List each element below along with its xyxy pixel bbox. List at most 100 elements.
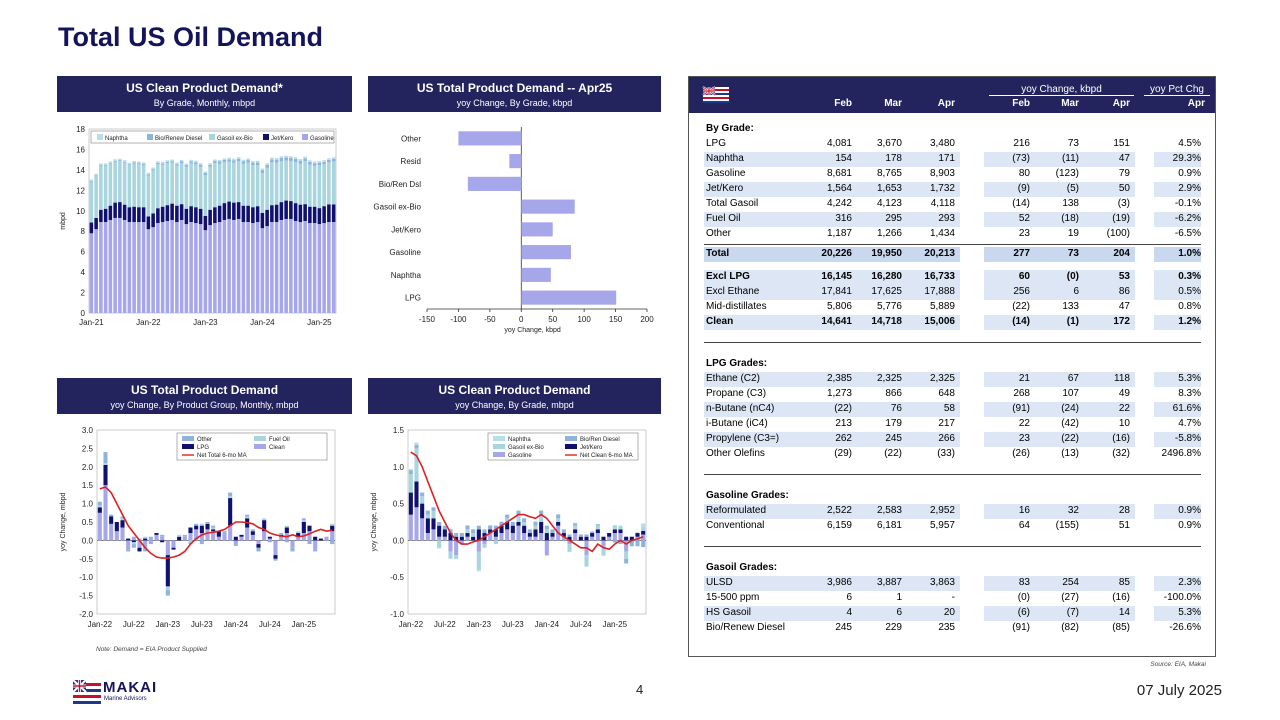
- table-cell: 2,325: [876, 373, 902, 384]
- category-label: Naphtha: [391, 271, 422, 280]
- table-row: Ethane (C2) 2,385 2,325 2,325 21 67 118 5.3%: [704, 372, 1201, 387]
- y-tick-label: 0: [81, 309, 86, 318]
- bar-segment: [595, 525, 600, 530]
- table-cell: 8,903: [929, 168, 955, 179]
- bar-segment: [527, 536, 532, 541]
- bar-segment: [109, 514, 114, 517]
- bar-segment: [184, 166, 189, 209]
- table-cell: 5.3%: [1178, 373, 1201, 384]
- bar-segment: [303, 161, 307, 205]
- table-cell: (42): [1061, 418, 1079, 429]
- bar-segment: [148, 536, 153, 541]
- bar-segment: [184, 165, 189, 167]
- bar-segment: [165, 160, 170, 162]
- bar-segment: [293, 203, 298, 221]
- bar-segment: [118, 160, 122, 162]
- bar-segment: [437, 525, 442, 537]
- legend-swatch: [263, 134, 269, 140]
- bar-segment: [408, 474, 413, 493]
- bar-segment: [442, 529, 447, 537]
- category-label: Jet/Kero: [391, 225, 421, 234]
- bar-segment: [533, 521, 538, 522]
- bar-segment: [217, 159, 222, 162]
- table-header: yoy Change, kbpd yoy Pct Chg Feb Mar Apr…: [689, 77, 1215, 113]
- bar-segment: [331, 158, 336, 162]
- bar-segment: [103, 208, 108, 223]
- bar-segment: [573, 523, 578, 526]
- bar-segment: [505, 529, 510, 541]
- table-cell: 1,653: [876, 183, 902, 194]
- table-cell: 4,242: [826, 198, 852, 209]
- table-cell: 16: [1018, 505, 1030, 516]
- bar-segment: [317, 161, 322, 163]
- bar: [521, 199, 575, 214]
- table-row: HS Gasoil 4 6 20 (6) (7) 14 5.3%: [704, 606, 1201, 621]
- table-cell: 5,776: [876, 301, 902, 312]
- bar-segment: [431, 529, 436, 541]
- table-cell: 4,118: [930, 198, 955, 209]
- table-cell: (29): [834, 448, 852, 459]
- table-cell: 3,887: [876, 577, 902, 588]
- table-cell: 60: [1018, 271, 1030, 282]
- table-cell: 19,950: [871, 248, 902, 259]
- bar-segment: [199, 540, 204, 545]
- table-cell: 2.9%: [1178, 183, 1201, 194]
- bar-segment: [118, 161, 122, 203]
- table-cell: 245: [885, 433, 902, 444]
- bar-segment: [227, 218, 231, 313]
- table-row: Reformulated 2,522 2,583 2,952 16 32 28 0.9%: [704, 504, 1201, 519]
- bar-segment: [236, 158, 241, 162]
- page-number: 4: [636, 682, 644, 697]
- bar-segment: [232, 219, 236, 313]
- table-cell: 4,081: [826, 138, 852, 149]
- bar-segment: [189, 159, 193, 162]
- bar-segment: [94, 217, 98, 230]
- table-cell: 8,765: [876, 168, 902, 179]
- bar-segment: [208, 225, 212, 313]
- bar-segment: [165, 163, 170, 206]
- table-cell: 5,889: [929, 301, 955, 312]
- row-shading: [984, 372, 1135, 387]
- row-label: Propane (C3): [706, 388, 767, 399]
- x-tick-label: -50: [484, 315, 496, 324]
- panel-4-title: US Clean Product Demand: [438, 383, 591, 397]
- bar-segment: [595, 533, 600, 541]
- bar-segment: [601, 536, 606, 541]
- section-title: Gasoline Grades:: [706, 490, 789, 501]
- x-tick-label: Jan-22: [88, 620, 113, 629]
- legend-label: Other: [197, 437, 212, 443]
- section-divider: [704, 342, 1201, 343]
- bar-segment: [590, 531, 595, 534]
- bar-segment: [331, 222, 336, 313]
- col-pct-apr: Apr: [1187, 98, 1205, 109]
- makai-flag-logo-icon: [72, 679, 101, 704]
- bar-segment: [184, 224, 189, 313]
- x-tick-label: Jan-25: [292, 620, 317, 629]
- legend-label: Bio/Ren Diesel: [580, 437, 620, 443]
- bar-segment: [293, 162, 298, 204]
- bar-segment: [273, 555, 278, 559]
- col-mar: Mar: [884, 98, 902, 109]
- table-cell: 49: [1118, 388, 1130, 399]
- bar-segment: [160, 534, 165, 537]
- bar-segment: [122, 160, 127, 162]
- x-tick-label: 200: [640, 315, 654, 324]
- bar-segment: [465, 529, 470, 534]
- bar-segment: [103, 452, 108, 464]
- table-cell: (0): [1017, 592, 1030, 603]
- bar-segment: [256, 547, 261, 552]
- bar-segment: [118, 158, 122, 161]
- col-yoy-feb: Feb: [1012, 98, 1030, 109]
- bar-segment: [618, 525, 623, 530]
- table-cell: 28: [1118, 505, 1130, 516]
- bar-segment: [312, 165, 317, 207]
- row-label: Clean: [706, 316, 734, 327]
- bar-segment: [99, 222, 103, 313]
- table-cell: (22): [1012, 301, 1030, 312]
- bar-segment: [208, 209, 212, 226]
- table-cell: (6): [1017, 607, 1030, 618]
- bar-segment: [544, 525, 549, 530]
- table-cell: 86: [1118, 286, 1130, 297]
- category-label: Gasoline: [389, 248, 421, 257]
- bar-segment: [274, 162, 279, 205]
